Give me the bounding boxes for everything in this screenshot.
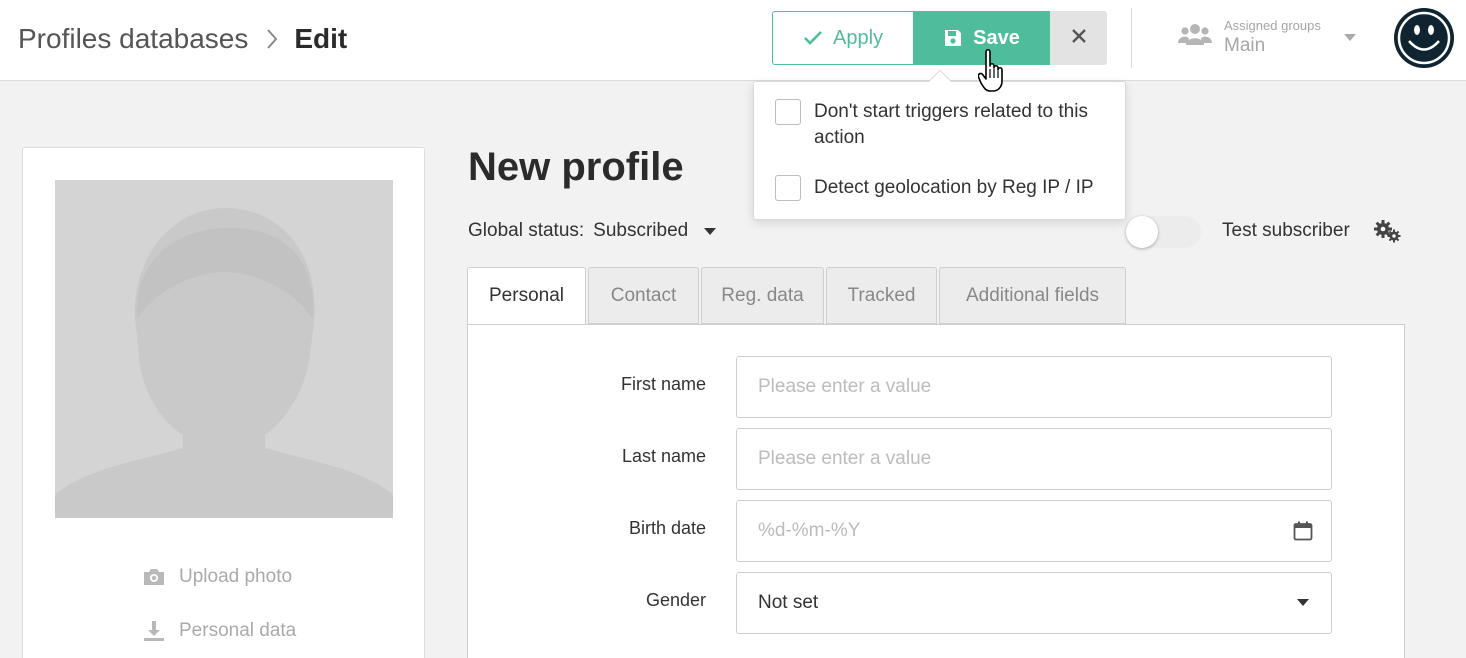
smiley-face-icon [1397, 11, 1451, 65]
gender-value: Not set [758, 592, 819, 613]
profile-photo-card: Upload photo Personal data [22, 147, 425, 658]
option-detect-geolocation[interactable]: Detect geolocation by Reg IP / IP [775, 175, 1114, 201]
top-header: Profiles databases Edit Apply Save Assig… [0, 0, 1466, 81]
first-name-label: First name [620, 374, 706, 394]
chevron-right-icon [266, 28, 278, 50]
personal-form-panel: First name Please enter a value Last nam… [467, 324, 1405, 658]
first-name-row: First name Please enter a value [468, 356, 1406, 418]
close-button[interactable] [1050, 11, 1107, 65]
breadcrumb-current: Edit [294, 23, 348, 54]
profile-photo-placeholder [55, 180, 393, 518]
calendar-icon[interactable] [1293, 521, 1313, 541]
toggle-knob [1126, 216, 1158, 248]
assigned-groups-text: Assigned groups Main [1224, 18, 1321, 57]
header-divider [1131, 8, 1132, 68]
save-label: Save [973, 26, 1020, 49]
global-status-dropdown[interactable]: Global status: Subscribed [468, 220, 717, 242]
tab-reg-data[interactable]: Reg. data [701, 267, 824, 324]
personal-data-link[interactable]: Personal data [143, 620, 296, 642]
page-title: New profile [468, 145, 684, 189]
breadcrumb-root-link[interactable]: Profiles databases [18, 23, 248, 55]
save-options-popover: Don't start triggers related to this act… [753, 69, 1126, 220]
assigned-groups-dropdown[interactable]: Assigned groups Main [1178, 12, 1358, 62]
gender-row: Gender Not set [468, 572, 1406, 634]
test-subscriber-toggle[interactable] [1126, 216, 1201, 248]
apply-label: Apply [832, 26, 884, 49]
last-name-row: Last name Please enter a value [468, 428, 1406, 490]
tab-personal[interactable]: Personal [467, 267, 586, 325]
dont-start-triggers-checkbox[interactable] [775, 99, 801, 125]
breadcrumb: Profiles databases Edit [18, 20, 347, 58]
personal-data-label: Personal data [179, 620, 297, 641]
birth-date-label: Birth date [628, 518, 706, 538]
person-silhouette-icon [55, 180, 393, 518]
birth-date-placeholder: %d-%m-%Y [758, 520, 861, 541]
upload-photo-link[interactable]: Upload photo [143, 566, 292, 588]
birth-date-input[interactable]: %d-%m-%Y [736, 500, 1332, 562]
caret-down-icon [1344, 34, 1356, 41]
global-status-label: Global status: [468, 220, 585, 241]
first-name-input[interactable]: Please enter a value [736, 356, 1332, 418]
caret-down-icon [1297, 599, 1309, 606]
last-name-label: Last name [621, 446, 706, 466]
floppy-disk-icon [943, 28, 963, 48]
hand-pointer-cursor-icon [977, 48, 1008, 99]
checkmark-icon [803, 30, 823, 46]
apply-button[interactable]: Apply [772, 11, 914, 65]
gender-label: Gender [645, 590, 706, 610]
last-name-input[interactable]: Please enter a value [736, 428, 1332, 490]
test-subscriber-label: Test subscriber [1222, 220, 1350, 241]
close-icon [1071, 27, 1087, 50]
dont-start-triggers-label: Don't start triggers related to this act… [814, 101, 1088, 148]
gender-select[interactable]: Not set [736, 572, 1332, 634]
gears-icon[interactable] [1374, 220, 1402, 249]
tab-contact[interactable]: Contact [588, 267, 699, 324]
user-avatar[interactable] [1394, 8, 1454, 68]
users-group-icon [1178, 21, 1212, 54]
profile-tabs: Personal Contact Reg. data Tracked Addit… [467, 267, 1128, 325]
assigned-groups-value: Main [1224, 34, 1266, 56]
caret-down-icon [704, 227, 717, 235]
global-status-value: Subscribed [593, 220, 689, 241]
camera-icon [143, 568, 165, 586]
detect-geolocation-label: Detect geolocation by Reg IP / IP [814, 177, 1094, 198]
assigned-groups-label: Assigned groups [1224, 17, 1321, 33]
detect-geolocation-checkbox[interactable] [775, 175, 801, 201]
option-dont-start-triggers[interactable]: Don't start triggers related to this act… [775, 99, 1114, 151]
birth-date-row: Birth date %d-%m-%Y [468, 500, 1406, 562]
tab-tracked[interactable]: Tracked [826, 267, 937, 324]
download-icon [143, 620, 165, 642]
upload-photo-label: Upload photo [179, 566, 293, 587]
tab-additional-fields[interactable]: Additional fields [939, 267, 1126, 324]
